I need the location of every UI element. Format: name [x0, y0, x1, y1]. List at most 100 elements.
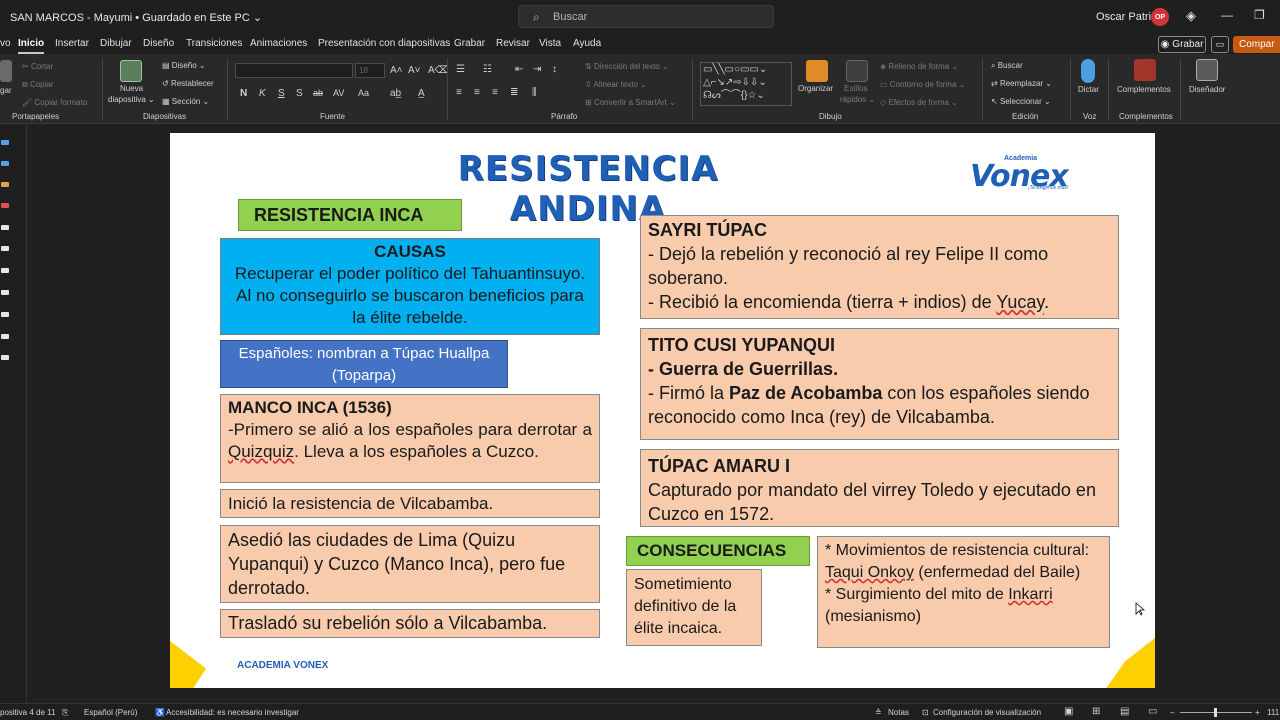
thumbnail[interactable] — [1, 182, 9, 187]
new-slide-label-2[interactable]: diapositiva ⌄ — [108, 95, 155, 104]
shape-effects-button[interactable]: ◇ Efectos de forma ⌄ — [880, 98, 958, 107]
designer-label[interactable]: Diseñador — [1189, 85, 1225, 94]
align-center-icon[interactable]: ≡ — [474, 87, 480, 98]
record-button[interactable]: ◉ Grabar — [1158, 36, 1206, 53]
numbering-icon[interactable]: ☷ — [483, 64, 492, 75]
slide-counter[interactable]: positiva 4 de 11 — [0, 708, 55, 717]
sometimiento-box[interactable]: Sometimiento definitivo de la élite inca… — [626, 569, 762, 646]
layout-button[interactable]: ▤ Diseño ⌄ — [162, 61, 206, 70]
thumbnail[interactable] — [1, 225, 9, 230]
tab-diseno[interactable]: Diseño — [143, 38, 174, 49]
zoom-in-icon[interactable]: + — [1255, 708, 1260, 717]
tab-vista[interactable]: Vista — [539, 38, 561, 49]
smartart-button[interactable]: ⊞ Convertir a SmartArt ⌄ — [585, 98, 676, 107]
replace-button[interactable]: ⇄ Reemplazar ⌄ — [991, 79, 1052, 88]
cut-button[interactable]: ✂ Cortar — [22, 62, 53, 71]
avatar[interactable]: OP — [1151, 8, 1169, 26]
movimientos-box[interactable]: * Movimientos de resistencia cultural: T… — [817, 536, 1110, 648]
notes-button[interactable]: Notas — [888, 708, 909, 717]
spellcheck-icon[interactable]: ⎘ — [62, 708, 68, 718]
sayri-tupac-box[interactable]: SAYRI TÚPAC - Dejó la rebelión y reconoc… — [640, 215, 1119, 319]
tab-inicio[interactable]: Inicio — [18, 38, 45, 54]
thumbnail[interactable] — [1, 334, 9, 339]
new-slide-label-1[interactable]: Nueva — [120, 84, 143, 93]
shapes-gallery[interactable]: ▭╲╲▭○▭▭⌄ △⌐↘↗⇨⇩⇩⌄ ☊ᔕ⌒⌒{}☆⌄ — [700, 62, 792, 106]
premium-diamond-icon[interactable]: ◈ — [1186, 8, 1196, 24]
minimize-icon[interactable]: — — [1221, 8, 1233, 22]
thumbnail[interactable] — [1, 312, 9, 317]
zoom-slider-thumb[interactable] — [1214, 708, 1217, 717]
decrease-indent-icon[interactable]: ⇤ — [515, 64, 523, 75]
quick-styles-label-1[interactable]: Estilos — [844, 84, 868, 93]
thumbnail[interactable] — [1, 161, 9, 166]
highlight-icon[interactable]: ab̲ — [390, 88, 401, 99]
traslado-box[interactable]: Trasladó su rebelión sólo a Vilcabamba. — [220, 609, 600, 638]
addins-label[interactable]: Complementos — [1117, 85, 1171, 94]
slideshow-icon[interactable]: ▭ — [1148, 706, 1157, 717]
resistencia-inca-label[interactable]: RESISTENCIA INCA — [238, 199, 462, 231]
section-button[interactable]: ▦ Sección ⌄ — [162, 97, 209, 106]
increase-indent-icon[interactable]: ⇥ — [533, 64, 541, 75]
view-settings-button[interactable]: Configuración de visualización — [933, 708, 1041, 717]
vilcabamba-box[interactable]: Inició la resistencia de Vilcabamba. — [220, 489, 600, 518]
reset-button[interactable]: ↺ Restablecer — [162, 79, 214, 88]
decrease-font-icon[interactable]: A˅ — [408, 65, 421, 76]
tab-revisar[interactable]: Revisar — [496, 38, 530, 49]
justify-icon[interactable]: ≣ — [510, 87, 518, 98]
slide-sorter-icon[interactable]: ⊞ — [1092, 706, 1100, 717]
accessibility-icon[interactable]: ♿ — [155, 708, 165, 717]
strikethrough-icon[interactable]: ab — [313, 88, 323, 98]
notes-icon[interactable]: ≙ — [875, 708, 882, 717]
shadow-icon[interactable]: S — [296, 88, 303, 99]
slide[interactable]: RESISTENCIA ANDINA Academia Vonex ¡Te ex… — [170, 133, 1155, 688]
new-slide-icon[interactable] — [120, 60, 142, 82]
language-status[interactable]: Español (Perú) — [84, 708, 137, 717]
thumbnail[interactable] — [1, 355, 9, 360]
accessibility-status[interactable]: Accesibilidad: es necesario investigar — [166, 708, 299, 717]
consecuencias-label[interactable]: CONSECUENCIAS — [626, 536, 810, 566]
zoom-level[interactable]: 111 — [1267, 708, 1279, 717]
view-settings-icon[interactable]: ⊡ — [922, 708, 929, 717]
spacing-icon[interactable]: AV — [333, 88, 344, 98]
tab-dibujar[interactable]: Dibujar — [100, 38, 132, 49]
align-right-icon[interactable]: ≡ — [492, 87, 498, 98]
line-spacing-icon[interactable]: ↕ — [552, 64, 557, 75]
asedio-box[interactable]: Asedió las ciudades de Lima (Quizu Yupan… — [220, 525, 600, 603]
thumbnail[interactable] — [1, 268, 9, 273]
arrange-label[interactable]: Organizar — [798, 84, 833, 93]
increase-font-icon[interactable]: A˄ — [390, 65, 403, 76]
quick-styles-label-2[interactable]: rápidos ⌄ — [840, 95, 875, 104]
arrange-icon[interactable] — [806, 60, 828, 82]
tab-transiciones[interactable]: Transiciones — [186, 38, 242, 49]
tab-animaciones[interactable]: Animaciones — [250, 38, 307, 49]
font-size-input[interactable]: 18 — [355, 63, 385, 78]
tab-grabar[interactable]: Grabar — [454, 38, 485, 49]
align-left-icon[interactable]: ≡ — [456, 87, 462, 98]
tab-archivo[interactable]: vo — [0, 38, 11, 49]
columns-icon[interactable]: ⫼ — [532, 87, 537, 98]
addins-icon[interactable] — [1134, 59, 1156, 81]
shape-fill-button[interactable]: ◈ Relleno de forma ⌄ — [880, 62, 958, 71]
zoom-out-icon[interactable]: – — [1170, 708, 1174, 717]
change-case-icon[interactable]: Aa — [358, 88, 369, 98]
comments-icon[interactable]: ▭ — [1211, 36, 1229, 53]
thumbnail[interactable] — [1, 246, 9, 251]
format-painter-button[interactable]: 🖌 Copiar formato — [22, 98, 87, 107]
copy-button[interactable]: ⧉ Copiar — [22, 80, 54, 90]
dictate-label[interactable]: Dictar — [1078, 85, 1099, 94]
underline-icon[interactable]: S — [278, 88, 285, 99]
clear-format-icon[interactable]: A⌫ — [428, 65, 449, 76]
text-direction-button[interactable]: ⇅ Dirección del texto ⌄ — [585, 62, 669, 71]
quick-styles-icon[interactable] — [846, 60, 868, 82]
bold-icon[interactable]: N — [240, 88, 247, 99]
thumbnail[interactable] — [1, 203, 9, 208]
manco-inca-box[interactable]: MANCO INCA (1536) -Primero se alió a los… — [220, 394, 600, 483]
bullets-icon[interactable]: ☰ — [456, 64, 465, 75]
document-title[interactable]: SAN MARCOS - Mayumi • Guardado en Este P… — [10, 11, 262, 24]
share-button[interactable]: Compar — [1233, 36, 1280, 53]
shape-outline-button[interactable]: ▭ Contorno de forma ⌄ — [880, 80, 965, 89]
espanoles-box[interactable]: Españoles: nombran a Túpac Huallpa (Topa… — [220, 340, 508, 388]
font-color-icon[interactable]: A̲ — [418, 88, 425, 99]
tab-insertar[interactable]: Insertar — [55, 38, 89, 49]
find-button[interactable]: ⌕ Buscar — [991, 61, 1023, 71]
